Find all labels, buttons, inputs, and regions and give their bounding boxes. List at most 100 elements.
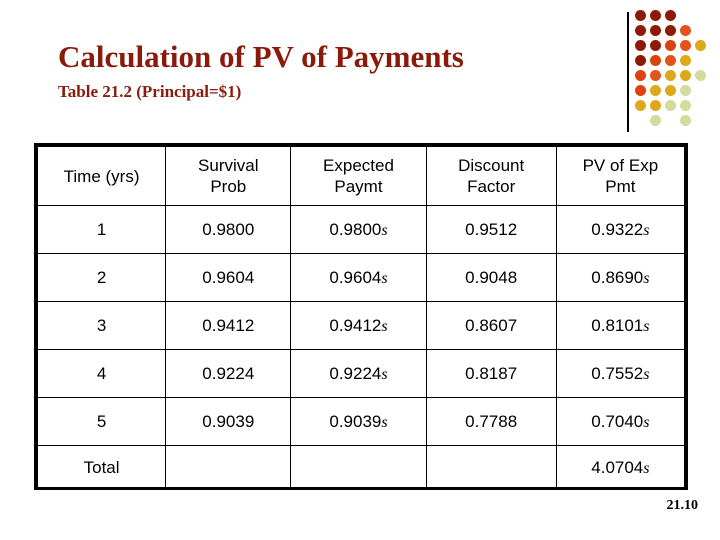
decor-dot <box>650 10 661 21</box>
cell-expected-paymt: 0.9604s <box>290 253 427 302</box>
decor-dot <box>665 85 676 96</box>
cell-pv-of-exp-pmt: 0.8101s <box>555 301 686 350</box>
column-header-line: Pmt <box>605 177 636 196</box>
decor-dot <box>695 40 706 51</box>
cell-value: 5 <box>96 411 107 431</box>
decor-dot <box>635 70 646 81</box>
cell-value: 0.9224 <box>202 363 255 383</box>
decor-dot <box>680 115 691 126</box>
decor-dot <box>635 85 646 96</box>
cell-survival-prob: 0.9800 <box>165 205 292 254</box>
decor-dot <box>635 10 646 21</box>
cell-pv-of-exp-pmt: 0.9322s <box>555 205 686 254</box>
table-row: 5 0.9039 0.9039s 0.7788 0.7040s <box>36 397 686 446</box>
cell-total-label: Total <box>36 445 167 490</box>
cell-value: 3 <box>96 315 107 335</box>
cell-value: 0.7788 <box>465 411 518 431</box>
cell-symbol: s <box>643 269 650 287</box>
cell-symbol: s <box>643 365 650 383</box>
cell-value: 4.0704 <box>591 457 644 477</box>
cell-discount-factor: 0.8187 <box>425 349 557 398</box>
cell-value: 4 <box>96 363 107 383</box>
decor-dot <box>635 100 646 111</box>
cell-survival-prob: 0.9039 <box>165 397 292 446</box>
cell-value: 0.7552 <box>591 363 644 383</box>
page-number: 21.10 <box>666 498 699 513</box>
cell-symbol: s <box>381 365 388 383</box>
cell-discount-factor: 0.9048 <box>425 253 557 302</box>
cell-expected-paymt: 0.9412s <box>290 301 427 350</box>
column-header-discount-factor: Discount Factor <box>425 146 557 206</box>
decor-dot <box>665 40 676 51</box>
cell-value: Total <box>83 457 120 477</box>
cell-time: 2 <box>36 253 167 302</box>
cell-symbol: s <box>643 413 650 431</box>
column-header-line: Factor <box>467 177 516 196</box>
cell-symbol: s <box>643 459 650 477</box>
decor-dot <box>650 55 661 66</box>
table-header-row: Time (yrs) Survival Prob Expected Paymt Di… <box>36 146 686 206</box>
cell-value: 0.9039 <box>329 411 382 431</box>
cell-value: 0.9512 <box>465 219 518 239</box>
decor-dot <box>665 55 676 66</box>
cell-value: 0.9800 <box>329 219 382 239</box>
cell-symbol: s <box>381 269 388 287</box>
column-header-pv-of-exp-pmt: PV of Exp Pmt <box>555 146 686 206</box>
table-row: 3 0.9412 0.9412s 0.8607 0.8101s <box>36 301 686 350</box>
cell-time: 1 <box>36 205 167 254</box>
cell-expected-paymt: 0.9800s <box>290 205 427 254</box>
title-block: Calculation of PV of Payments Table 21.2… <box>58 40 598 102</box>
cell-total-pv-of-exp-pmt: 4.0704s <box>555 445 686 490</box>
decor-dot <box>650 70 661 81</box>
column-header-line: Survival <box>198 156 259 175</box>
pv-of-payments-table: Time (yrs) Survival Prob Expected Paymt Di… <box>36 146 686 490</box>
decorative-dot-grid <box>620 8 720 133</box>
table-header: Time (yrs) Survival Prob Expected Paymt Di… <box>36 146 686 206</box>
cell-expected-paymt: 0.9224s <box>290 349 427 398</box>
cell-discount-factor: 0.9512 <box>425 205 557 254</box>
column-header-expected-paymt: Expected Paymt <box>290 146 427 206</box>
decor-dot <box>680 55 691 66</box>
cell-value: 0.9412 <box>329 315 382 335</box>
page-subtitle: Table 21.2 (Principal=$1) <box>58 82 242 101</box>
cell-value: 1 <box>96 219 107 239</box>
cell-survival-prob: 0.9412 <box>165 301 292 350</box>
decor-dot <box>650 25 661 36</box>
cell-value: 2 <box>96 267 107 287</box>
column-header-time: Time (yrs) <box>36 146 167 206</box>
decor-dot <box>695 70 706 81</box>
cell-total-discount-factor <box>425 445 557 490</box>
table-row: 1 0.9800 0.9800s 0.9512 0.9322s <box>36 205 686 254</box>
cell-value: 0.8690 <box>591 267 644 287</box>
decor-dot <box>635 40 646 51</box>
cell-total-survival-prob <box>165 445 292 490</box>
page-title: Calculation of PV of Payments <box>58 39 464 74</box>
decor-dot <box>665 100 676 111</box>
cell-value: 0.8607 <box>465 315 518 335</box>
decor-dot <box>650 115 661 126</box>
cell-value: 0.9604 <box>329 267 382 287</box>
table-body: 1 0.9800 0.9800s 0.9512 0.9322s 2 0.9604 0.9604… <box>36 205 686 490</box>
cell-expected-paymt: 0.9039s <box>290 397 427 446</box>
table-row: 2 0.9604 0.9604s 0.9048 0.8690s <box>36 253 686 302</box>
column-header-line: Paymt <box>334 177 383 196</box>
table-row: 4 0.9224 0.9224s 0.8187 0.7552s <box>36 349 686 398</box>
cell-value: 0.9039 <box>202 411 255 431</box>
cell-symbol: s <box>643 317 650 335</box>
decor-dot <box>635 55 646 66</box>
decor-dot <box>680 70 691 81</box>
cell-pv-of-exp-pmt: 0.7040s <box>555 397 686 446</box>
cell-time: 3 <box>36 301 167 350</box>
cell-survival-prob: 0.9224 <box>165 349 292 398</box>
cell-symbol: s <box>643 221 650 239</box>
cell-pv-of-exp-pmt: 0.7552s <box>555 349 686 398</box>
decor-dot <box>680 100 691 111</box>
cell-survival-prob: 0.9604 <box>165 253 292 302</box>
column-header-line: Prob <box>210 177 247 196</box>
cell-symbol: s <box>381 317 388 335</box>
decor-dot <box>650 100 661 111</box>
cell-value: 0.9048 <box>465 267 518 287</box>
cell-discount-factor: 0.8607 <box>425 301 557 350</box>
column-header-line: Expected <box>323 156 394 175</box>
decor-dot <box>680 40 691 51</box>
